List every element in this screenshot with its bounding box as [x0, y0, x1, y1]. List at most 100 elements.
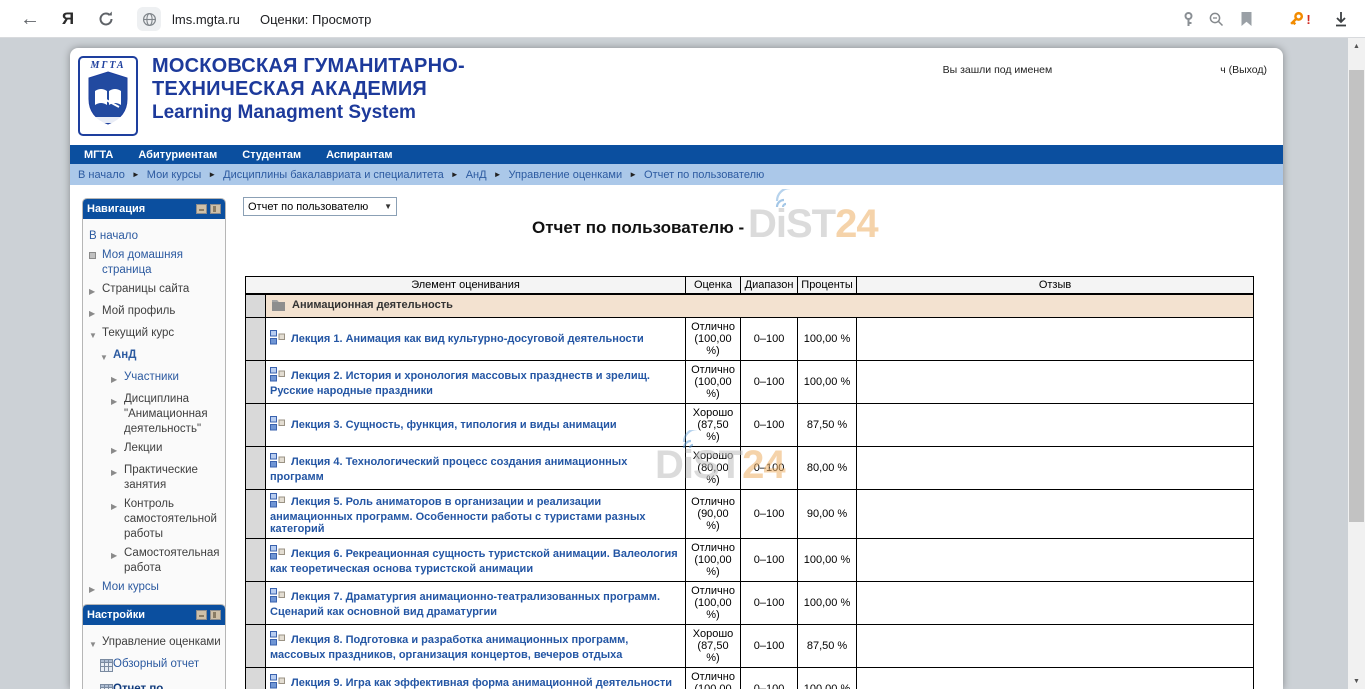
- navigation-item-8[interactable]: ▶ Лекции: [111, 441, 222, 459]
- grade-row-6: Лекция 7. Драматургия анимационно-театра…: [246, 582, 1254, 625]
- grade-cell: Отлично (100,00 %): [686, 582, 741, 625]
- grade-item-link[interactable]: Лекция 3. Сущность, функция, типология и…: [291, 419, 617, 431]
- settings-item-1[interactable]: Обзорный отчет: [100, 657, 222, 678]
- address-bar-url[interactable]: lms.mgta.ru: [172, 0, 240, 38]
- settings-item-0[interactable]: ▼ Управление оценками: [89, 635, 222, 653]
- address-bar-page-title[interactable]: Оценки: Просмотр: [260, 0, 371, 38]
- breadcrumb-separator-icon: ►: [451, 170, 459, 179]
- navigation-item-7[interactable]: ▶ Дисциплина "Анимационная деятельность": [111, 392, 222, 437]
- grade-row-7: Лекция 8. Подготовка и разработка анимац…: [246, 625, 1254, 668]
- grade-item-link[interactable]: Лекция 8. Подготовка и разработка анимац…: [270, 634, 628, 661]
- col-header-percent: Проценты: [798, 277, 857, 295]
- grade-item-link[interactable]: Лекция 7. Драматургия анимационно-театра…: [270, 591, 660, 618]
- grade-item-link[interactable]: Лекция 1. Анимация как вид культурно-дос…: [291, 333, 644, 345]
- percent-cell: 100,00 %: [798, 318, 857, 361]
- download-icon[interactable]: [1328, 0, 1354, 38]
- folder-icon: [271, 298, 286, 314]
- row-indent: [246, 294, 266, 318]
- grades-table-wrap: Элемент оценивания Оценка Диапазон Проце…: [245, 276, 1253, 689]
- navigation-item-6[interactable]: ▶ Участники: [111, 370, 222, 388]
- breadcrumb-separator-icon: ►: [629, 170, 637, 179]
- navigation-item-9[interactable]: ▶ Практические занятия: [111, 463, 222, 493]
- navigation-item-4[interactable]: ▼ Текущий курс: [89, 326, 222, 344]
- breadcrumb-link[interactable]: Мои курсы: [147, 169, 201, 181]
- back-icon[interactable]: ←: [16, 0, 44, 38]
- grade-item-link[interactable]: Лекция 5. Роль аниматоров в организации …: [270, 496, 646, 535]
- dock-block-icon[interactable]: [210, 610, 221, 620]
- navigation-item-5[interactable]: ▼ АнД: [100, 348, 222, 366]
- category-cell: Анимационная деятельность: [266, 294, 1254, 318]
- navigation-item-12[interactable]: ▶ Мои курсы: [89, 580, 222, 598]
- mgta-logo: МГТА: [78, 56, 138, 136]
- grade-item-link[interactable]: Лекция 4. Технологический процесс создан…: [270, 456, 627, 483]
- navigation-item-3[interactable]: ▶ Мой профиль: [89, 304, 222, 322]
- grade-cell: Отлично (100,00 %): [686, 361, 741, 404]
- main-nav-item-2[interactable]: Студентам: [242, 149, 301, 161]
- password-alert-icon[interactable]: !: [1284, 0, 1314, 38]
- main-nav-item-0[interactable]: МГТА: [84, 149, 113, 161]
- navigation-item-10[interactable]: ▶ Контроль самостоятельной работы: [111, 497, 222, 542]
- collapse-block-icon[interactable]: [196, 610, 207, 620]
- refresh-icon[interactable]: [92, 0, 120, 38]
- body-region: Навигация В начало Моя домашняя страница…: [70, 185, 1283, 689]
- lesson-icon: [270, 330, 285, 348]
- breadcrumb-link[interactable]: АнД: [466, 169, 487, 181]
- settings-item-label: Управление оценками: [102, 635, 222, 653]
- navigation-item-2[interactable]: ▶ Страницы сайта: [89, 282, 222, 300]
- range-cell: 0–100: [741, 490, 798, 539]
- main-nav-item-1[interactable]: Абитуриентам: [138, 149, 217, 161]
- grade-item-link[interactable]: Лекция 6. Рекреационная сущность туристс…: [270, 548, 678, 575]
- navigation-item-0[interactable]: В начало: [89, 229, 222, 244]
- percent-cell: 100,00 %: [798, 539, 857, 582]
- lesson-icon: [270, 453, 285, 471]
- collapse-block-icon[interactable]: [196, 204, 207, 214]
- navigation-items: В начало Моя домашняя страница ▶ Страниц…: [83, 219, 225, 610]
- navigation-item-label: Практические занятия: [124, 463, 222, 493]
- bookmark-icon[interactable]: [1234, 0, 1258, 38]
- grade-item-link[interactable]: Лекция 9. Игра как эффективная форма ани…: [270, 677, 672, 689]
- lesson-icon: [270, 588, 285, 606]
- grid-icon: [100, 657, 113, 678]
- scrollbar-thumb[interactable]: [1349, 70, 1364, 522]
- zoom-icon[interactable]: [1204, 0, 1228, 38]
- navigation-item-11[interactable]: ▶ Самостоятельная работа: [111, 546, 222, 576]
- breadcrumb-separator-icon: ►: [208, 170, 216, 179]
- dock-block-icon[interactable]: [210, 204, 221, 214]
- percent-cell: 90,00 %: [798, 490, 857, 539]
- breadcrumb-link[interactable]: В начало: [78, 169, 125, 181]
- percent-cell: 100,00 %: [798, 668, 857, 689]
- navigation-item-label: Лекции: [124, 441, 222, 459]
- navigation-item-label: Мой профиль: [102, 304, 222, 322]
- browser-toolbar: ← Я lms.mgta.ru Оценки: Просмотр !: [0, 0, 1365, 38]
- site-title: МОСКОВСКАЯ ГУМАНИТАРНО- ТЕХНИЧЕСКАЯ АКАД…: [152, 55, 465, 124]
- grades-table: Элемент оценивания Оценка Диапазон Проце…: [245, 276, 1254, 689]
- yandex-browser-icon[interactable]: Я: [56, 0, 80, 38]
- grade-item-link[interactable]: Лекция 2. История и хронология массовых …: [270, 370, 650, 397]
- breadcrumb-link[interactable]: Отчет по пользователю: [644, 169, 764, 181]
- report-type-select[interactable]: Отчет по пользователю ▼: [243, 197, 397, 216]
- scrollbar[interactable]: ▲ ▼: [1348, 38, 1365, 689]
- key-icon[interactable]: [1176, 0, 1200, 38]
- scroll-up-icon[interactable]: ▲: [1348, 38, 1365, 54]
- breadcrumb-link[interactable]: Управление оценками: [509, 169, 623, 181]
- feedback-cell: [857, 361, 1254, 404]
- logo-label: МГТА: [90, 60, 125, 71]
- site-globe-icon[interactable]: [136, 0, 162, 38]
- breadcrumb-link[interactable]: Дисциплины бакалавриата и специалитета: [223, 169, 444, 181]
- navigation-block-title: Навигация: [87, 203, 196, 215]
- lesson-icon: [270, 416, 285, 434]
- settings-item-2[interactable]: Отчет по пользователю: [100, 682, 222, 689]
- feedback-cell: [857, 318, 1254, 361]
- row-indent: [246, 404, 266, 447]
- grid-icon: [100, 682, 113, 689]
- logout-link[interactable]: ч (Выход): [1220, 64, 1267, 76]
- row-indent: [246, 539, 266, 582]
- grade-row-2: Лекция 3. Сущность, функция, типология и…: [246, 404, 1254, 447]
- navigation-item-label: Участники: [124, 370, 222, 388]
- category-row: Анимационная деятельность: [246, 294, 1254, 318]
- scroll-down-icon[interactable]: ▼: [1348, 673, 1365, 689]
- grade-item-cell: Лекция 5. Роль аниматоров в организации …: [266, 490, 686, 539]
- navigation-item-1[interactable]: Моя домашняя страница: [89, 248, 222, 278]
- main-nav-item-3[interactable]: Аспирантам: [326, 149, 392, 161]
- lesson-icon: [270, 631, 285, 649]
